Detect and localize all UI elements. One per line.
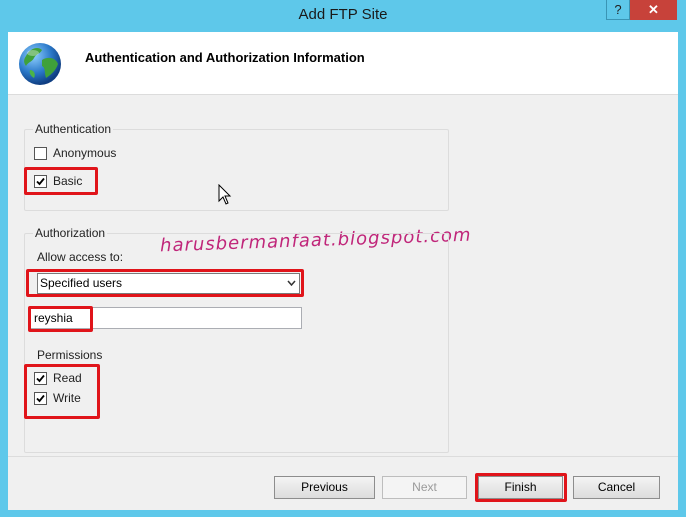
mouse-cursor-icon xyxy=(218,184,232,205)
page-title: Authentication and Authorization Informa… xyxy=(85,50,365,65)
window-title: Add FTP Site xyxy=(298,6,388,23)
wizard-header: Authentication and Authorization Informa… xyxy=(8,32,678,95)
anonymous-label: Anonymous xyxy=(53,146,117,160)
title-bar[interactable]: Add FTP Site ? ✕ xyxy=(0,0,686,32)
permissions-highlight xyxy=(24,364,100,419)
allow-access-highlight xyxy=(26,269,304,297)
window-frame-bottom xyxy=(0,510,686,517)
authorization-group xyxy=(24,233,449,453)
authentication-title: Authentication xyxy=(33,122,114,136)
basic-highlight xyxy=(24,167,98,195)
authorization-title: Authorization xyxy=(33,226,108,240)
allow-access-label: Allow access to: xyxy=(37,250,124,264)
help-button[interactable]: ? xyxy=(606,0,630,20)
finish-highlight xyxy=(475,473,567,502)
close-button[interactable]: ✕ xyxy=(630,0,677,20)
previous-button[interactable]: Previous xyxy=(274,476,375,499)
cancel-button[interactable]: Cancel xyxy=(573,476,660,499)
users-highlight xyxy=(28,306,93,332)
dialog-body: Authentication and Authorization Informa… xyxy=(8,32,678,510)
footer-divider xyxy=(8,456,678,457)
next-button[interactable]: Next xyxy=(382,476,467,499)
permissions-title: Permissions xyxy=(37,348,103,362)
anonymous-checkbox[interactable] xyxy=(34,147,47,160)
globe-icon xyxy=(19,43,61,85)
